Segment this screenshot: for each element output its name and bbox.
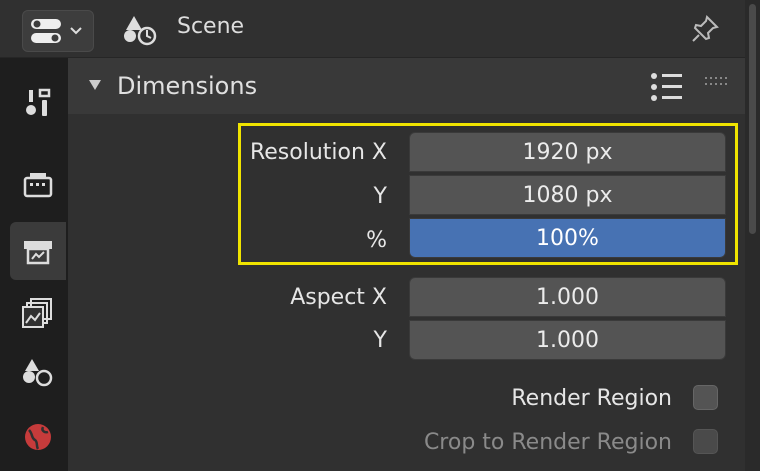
editor-type-button[interactable] [22,10,94,52]
tab-scene[interactable] [10,344,66,402]
pin-icon[interactable] [690,14,720,44]
tab-output[interactable] [10,222,66,280]
scene-icon [23,359,53,387]
aspect-x-label: Aspect X [290,285,387,310]
tab-view-layer[interactable] [10,283,66,341]
dimensions-panel-header[interactable]: Dimensions [68,58,745,114]
scrollbar[interactable] [745,0,760,471]
aspect-y-label: Y [373,328,387,353]
tab-world[interactable] [10,408,66,466]
aspect-x-field[interactable]: 1.000 [409,277,726,317]
collapse-arrow-icon[interactable] [88,78,102,92]
wrench-screwdriver-icon [26,88,51,116]
chevron-down-icon [70,27,82,35]
tab-render[interactable] [10,156,66,214]
highlight-box [238,123,738,265]
render-region-checkbox[interactable] [693,385,718,410]
tab-tool[interactable] [10,74,66,132]
render-region-label: Render Region [511,386,672,411]
camera-back-icon [23,173,53,198]
scene-icon [124,16,157,46]
image-stack-icon [22,298,52,328]
properties-tab-bar [0,58,68,471]
panel-title: Dimensions [117,72,258,100]
list-icon[interactable] [650,71,684,103]
drag-handle-icon[interactable] [704,76,730,88]
crop-to-render-region-label: Crop to Render Region [423,430,672,455]
aspect-y-field[interactable]: 1.000 [409,320,726,360]
world-icon [25,424,51,450]
properties-header: Scene [0,0,745,58]
context-title: Scene [177,14,245,39]
crop-to-render-region-checkbox[interactable] [693,429,718,454]
printer-icon [24,241,52,265]
properties-editor-icon [31,19,82,43]
scrollbar-thumb[interactable] [749,4,756,234]
